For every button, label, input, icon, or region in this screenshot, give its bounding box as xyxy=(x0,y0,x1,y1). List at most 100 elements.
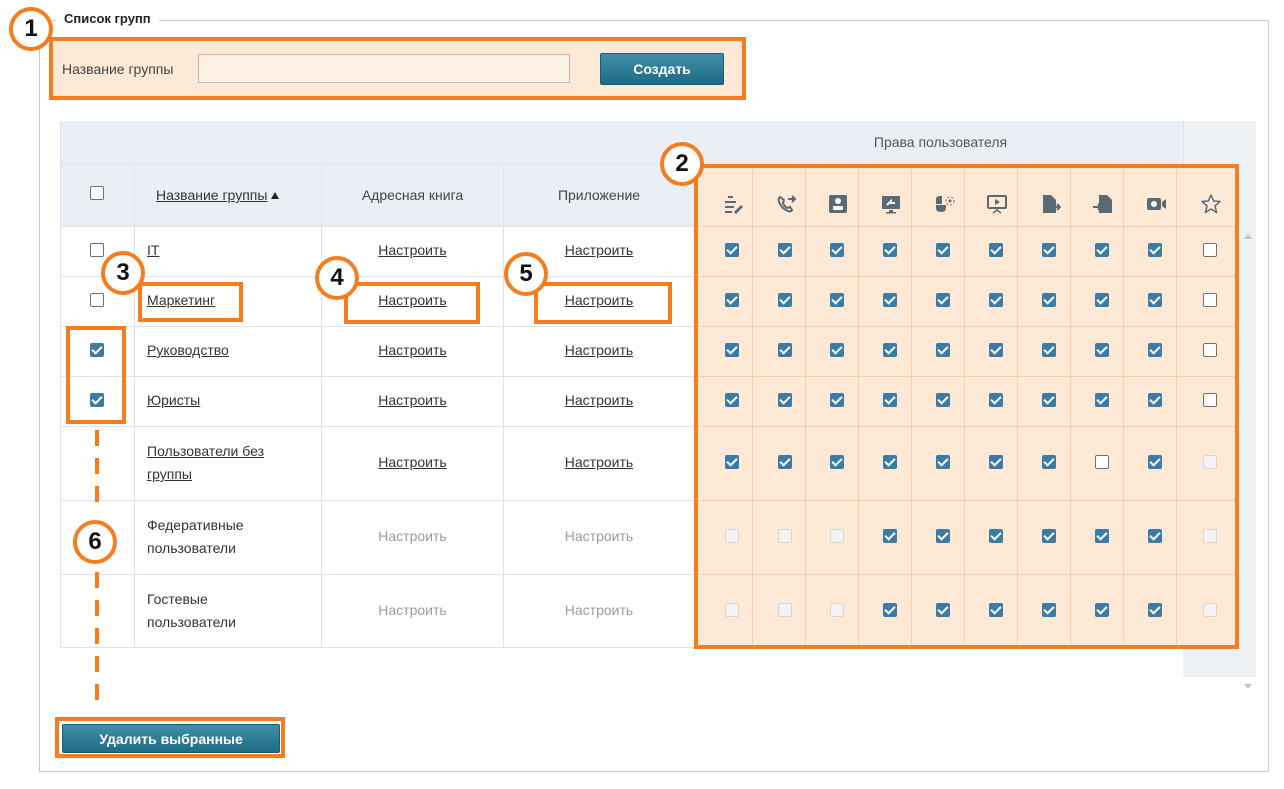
permission-checkbox[interactable] xyxy=(778,393,792,407)
permission-checkbox[interactable] xyxy=(1095,455,1109,469)
group-name-link[interactable]: Руководство xyxy=(147,342,229,358)
address-book-configure-link: Настроить xyxy=(378,528,447,544)
rights-row-divider xyxy=(698,426,1235,427)
permission-checkbox[interactable] xyxy=(1095,343,1109,357)
select-all-checkbox[interactable] xyxy=(90,186,104,200)
permission-checkbox[interactable] xyxy=(1203,243,1217,257)
group-name-link[interactable]: Маркетинг xyxy=(147,292,215,308)
permission-checkbox[interactable] xyxy=(830,343,844,357)
permission-checkbox[interactable] xyxy=(1095,393,1109,407)
permission-checkbox[interactable] xyxy=(1148,529,1162,543)
permission-checkbox[interactable] xyxy=(1042,293,1056,307)
group-name-line1: Гостевые xyxy=(147,591,208,607)
permission-checkbox[interactable] xyxy=(1095,293,1109,307)
application-configure-link[interactable]: Настроить xyxy=(503,454,695,470)
file-receive-icon xyxy=(1092,193,1114,215)
permission-checkbox[interactable] xyxy=(1095,529,1109,543)
sort-asc-icon xyxy=(271,192,280,199)
col-divider xyxy=(134,164,135,648)
permission-checkbox[interactable] xyxy=(989,293,1003,307)
screen-share-icon xyxy=(880,193,902,215)
permission-checkbox[interactable] xyxy=(883,455,897,469)
permission-checkbox[interactable] xyxy=(1042,343,1056,357)
address-book-configure-link[interactable]: Настроить xyxy=(322,342,503,358)
group-name-link[interactable]: IT xyxy=(147,242,159,258)
sort-by-name-link[interactable]: Название группы xyxy=(156,187,267,203)
permission-checkbox[interactable] xyxy=(830,393,844,407)
column-header-name[interactable]: Название группы xyxy=(156,187,280,203)
permission-checkbox[interactable] xyxy=(725,343,739,357)
permission-checkbox[interactable] xyxy=(1203,393,1217,407)
permission-checkbox[interactable] xyxy=(936,393,950,407)
permission-checkbox[interactable] xyxy=(1042,455,1056,469)
permission-checkbox[interactable] xyxy=(725,393,739,407)
permission-checkbox[interactable] xyxy=(936,455,950,469)
application-configure-link[interactable]: Настроить xyxy=(503,392,695,408)
permission-checkbox[interactable] xyxy=(1042,393,1056,407)
scroll-down-arrow[interactable] xyxy=(1244,684,1252,689)
permission-checkbox[interactable] xyxy=(883,393,897,407)
permission-checkbox[interactable] xyxy=(1095,243,1109,257)
permission-checkbox[interactable] xyxy=(1042,243,1056,257)
row-select-checkbox[interactable] xyxy=(90,343,104,357)
permission-checkbox[interactable] xyxy=(936,603,950,617)
permission-checkbox[interactable] xyxy=(883,529,897,543)
permission-checkbox[interactable] xyxy=(1148,343,1162,357)
group-name-link[interactable]: Юристы xyxy=(147,392,200,408)
dash-segment xyxy=(95,656,99,672)
permission-checkbox[interactable] xyxy=(1203,343,1217,357)
address-book-configure-link[interactable]: Настроить xyxy=(322,242,503,258)
group-icon xyxy=(827,193,849,215)
permission-checkbox[interactable] xyxy=(936,293,950,307)
permission-checkbox[interactable] xyxy=(830,293,844,307)
scroll-up-arrow[interactable] xyxy=(1244,234,1252,239)
group-name-link[interactable]: Пользователи без xyxy=(147,443,264,459)
permission-checkbox[interactable] xyxy=(989,529,1003,543)
permission-checkbox[interactable] xyxy=(989,343,1003,357)
permission-checkbox[interactable] xyxy=(1095,603,1109,617)
permission-checkbox[interactable] xyxy=(989,243,1003,257)
callout-5: 5 xyxy=(504,252,548,296)
permission-checkbox[interactable] xyxy=(989,603,1003,617)
callout-2: 2 xyxy=(660,142,704,186)
permission-checkbox[interactable] xyxy=(830,243,844,257)
row-select-checkbox[interactable] xyxy=(90,393,104,407)
address-book-configure-link[interactable]: Настроить xyxy=(322,392,503,408)
permission-checkbox[interactable] xyxy=(936,529,950,543)
permission-checkbox[interactable] xyxy=(725,293,739,307)
permission-checkbox[interactable] xyxy=(778,243,792,257)
permission-checkbox[interactable] xyxy=(778,455,792,469)
permission-checkbox[interactable] xyxy=(936,343,950,357)
application-configure-link[interactable]: Настроить xyxy=(503,342,695,358)
delete-selected-button[interactable]: Удалить выбранные xyxy=(62,724,280,753)
permission-checkbox[interactable] xyxy=(883,243,897,257)
permission-checkbox[interactable] xyxy=(1148,293,1162,307)
permission-checkbox[interactable] xyxy=(1148,603,1162,617)
permission-checkbox[interactable] xyxy=(1148,455,1162,469)
permission-checkbox[interactable] xyxy=(883,603,897,617)
col-divider xyxy=(321,164,322,648)
permission-checkbox[interactable] xyxy=(1203,293,1217,307)
permission-checkbox[interactable] xyxy=(936,243,950,257)
group-name-input[interactable] xyxy=(198,54,570,83)
permission-checkbox[interactable] xyxy=(1042,529,1056,543)
group-name-link[interactable]: группы xyxy=(147,466,192,482)
create-button[interactable]: Создать xyxy=(600,53,724,85)
permission-checkbox[interactable] xyxy=(778,293,792,307)
permission-checkbox xyxy=(830,603,844,617)
permission-checkbox[interactable] xyxy=(1042,603,1056,617)
row-select-checkbox[interactable] xyxy=(90,293,104,307)
permission-checkbox[interactable] xyxy=(883,343,897,357)
permission-checkbox[interactable] xyxy=(725,243,739,257)
permission-checkbox[interactable] xyxy=(989,393,1003,407)
permission-checkbox[interactable] xyxy=(989,455,1003,469)
permission-checkbox[interactable] xyxy=(1148,243,1162,257)
permission-checkbox[interactable] xyxy=(830,455,844,469)
permission-checkbox[interactable] xyxy=(1148,393,1162,407)
address-book-configure-link[interactable]: Настроить xyxy=(322,454,503,470)
permission-checkbox xyxy=(725,603,739,617)
permission-checkbox[interactable] xyxy=(725,455,739,469)
permission-checkbox[interactable] xyxy=(883,293,897,307)
row-select-checkbox[interactable] xyxy=(90,243,104,257)
permission-checkbox[interactable] xyxy=(778,343,792,357)
